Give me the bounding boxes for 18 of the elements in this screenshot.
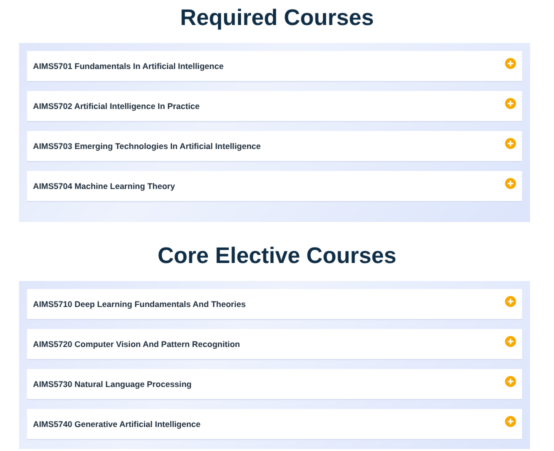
plus-icon[interactable] xyxy=(505,138,516,149)
course-accordion-item[interactable]: AIMS5703 Emerging Technologies In Artificial Intelligence xyxy=(27,131,522,161)
plus-icon[interactable] xyxy=(505,376,516,387)
course-accordion-item[interactable]: AIMS5704 Machine Learning Theory xyxy=(27,171,522,201)
course-accordion-item[interactable]: AIMS5710 Deep Learning Fundamentals And Theories xyxy=(27,289,522,319)
course-accordion-item[interactable]: AIMS5701 Fundamentals In Artificial Intelligence xyxy=(27,51,522,81)
section-title: Core Elective Courses xyxy=(158,242,396,270)
course-accordion-item[interactable]: AIMS5740 Generative Artificial Intelligence xyxy=(27,409,522,439)
course-accordion-item[interactable]: AIMS5730 Natural Language Processing xyxy=(27,369,522,399)
course-accordion-item[interactable]: AIMS5702 Artificial Intelligence In Practice xyxy=(27,91,522,121)
plus-icon[interactable] xyxy=(505,416,516,427)
plus-icon[interactable] xyxy=(505,296,516,307)
plus-icon[interactable] xyxy=(505,58,516,69)
plus-icon[interactable] xyxy=(505,98,516,109)
course-accordion-item[interactable]: AIMS5720 Computer Vision And Pattern Recognition xyxy=(27,329,522,359)
plus-icon[interactable] xyxy=(505,178,516,189)
plus-icon[interactable] xyxy=(505,336,516,347)
section-title: Required Courses xyxy=(180,4,374,32)
